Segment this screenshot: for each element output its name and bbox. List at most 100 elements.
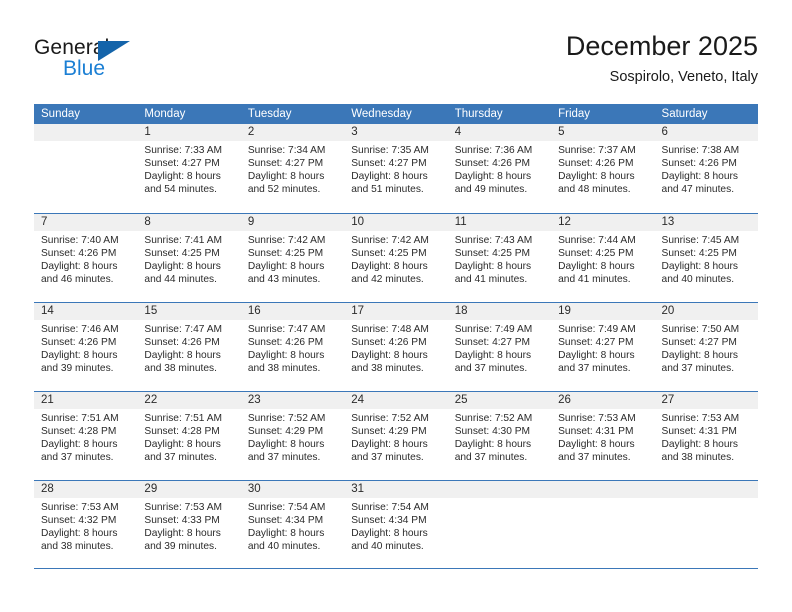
day-number: 18 xyxy=(447,303,552,320)
day-cell[interactable]: 3 Sunrise: 7:35 AM Sunset: 4:27 PM Daylight… xyxy=(344,124,448,213)
sunrise-text: Sunrise: 7:52 AM xyxy=(247,413,326,424)
day-cell[interactable]: 27 Sunrise: 7:53 AM Sunset: 4:31 PM Dayligh… xyxy=(654,392,758,480)
weekday-header-friday: Friday xyxy=(558,108,591,120)
day-cell[interactable]: 24 Sunrise: 7:52 AM Sunset: 4:29 PM Dayligh… xyxy=(344,392,448,480)
day-number: 20 xyxy=(654,303,758,320)
day-cell[interactable]: 5 Sunrise: 7:37 AM Sunset: 4:26 PM Daylight… xyxy=(551,124,655,213)
daylight-text-line1: Daylight: 8 hours xyxy=(558,350,635,362)
week-row: 7 Sunrise: 7:40 AM Sunset: 4:26 PM Daylight… xyxy=(34,213,758,302)
sunset-text: Sunset: 4:32 PM xyxy=(41,515,117,527)
daylight-text-line1: Daylight: 8 hours xyxy=(661,171,738,183)
day-number: 31 xyxy=(344,481,448,498)
day-cell[interactable]: 11 Sunrise: 7:43 AM Sunset: 4:25 PM Dayligh… xyxy=(447,214,552,302)
day-cell[interactable]: 14 Sunrise: 7:46 AM Sunset: 4:26 PM Dayligh… xyxy=(34,303,138,391)
day-number: 10 xyxy=(344,214,448,231)
day-cell[interactable]: 21 Sunrise: 7:51 AM Sunset: 4:28 PM Dayligh… xyxy=(34,392,138,480)
daylight-text-line1: Daylight: 8 hours xyxy=(41,261,118,273)
day-cell[interactable]: 26 Sunrise: 7:53 AM Sunset: 4:31 PM Dayligh… xyxy=(551,392,655,480)
day-cell[interactable]: 17 Sunrise: 7:48 AM Sunset: 4:26 PM Dayligh… xyxy=(344,303,448,391)
day-number: 27 xyxy=(654,392,758,409)
day-cell[interactable]: 19 Sunrise: 7:49 AM Sunset: 4:27 PM Dayligh… xyxy=(551,303,655,391)
day-number: 24 xyxy=(344,392,448,409)
daylight-text-line1: Daylight: 8 hours xyxy=(351,350,428,362)
day-cell[interactable]: 20 Sunrise: 7:50 AM Sunset: 4:27 PM Dayligh… xyxy=(654,303,758,391)
day-number: 29 xyxy=(137,481,241,498)
page-title: December 2025 xyxy=(565,31,758,61)
day-number xyxy=(34,124,138,141)
daylight-text-line2: and 43 minutes. xyxy=(247,274,321,286)
sunrise-text: Sunrise: 7:53 AM xyxy=(661,413,740,424)
sunset-text: Sunset: 4:34 PM xyxy=(351,515,427,527)
daylight-text-line2: and 41 minutes. xyxy=(454,274,528,286)
sunrise-text: Sunrise: 7:47 AM xyxy=(144,324,223,335)
day-number: 2 xyxy=(240,124,345,141)
daylight-text-line2: and 54 minutes. xyxy=(144,184,217,196)
sunset-text: Sunset: 4:26 PM xyxy=(247,337,324,349)
daylight-text-line1: Daylight: 8 hours xyxy=(144,261,221,273)
day-number: 11 xyxy=(447,214,552,231)
day-cell[interactable]: 22 Sunrise: 7:51 AM Sunset: 4:28 PM Dayligh… xyxy=(137,392,241,480)
daylight-text-line2: and 44 minutes. xyxy=(144,274,217,286)
sunset-text: Sunset: 4:26 PM xyxy=(41,248,117,260)
day-cell-empty xyxy=(654,481,758,568)
day-details: Sunrise: 7:37 AM Sunset: 4:26 PM Daylight:… xyxy=(551,141,654,196)
day-cell[interactable]: 29 Sunrise: 7:53 AM Sunset: 4:33 PM Dayligh… xyxy=(137,481,241,568)
daylight-text-line1: Daylight: 8 hours xyxy=(661,261,738,273)
day-details: Sunrise: 7:45 AM Sunset: 4:25 PM Daylight:… xyxy=(655,231,758,286)
day-details: Sunrise: 7:54 AM Sunset: 4:34 PM Daylight:… xyxy=(241,498,344,553)
sunset-text: Sunset: 4:26 PM xyxy=(661,158,737,170)
day-cell[interactable]: 1 Sunrise: 7:33 AM Sunset: 4:27 PM Daylight… xyxy=(137,124,241,213)
sunset-text: Sunset: 4:27 PM xyxy=(454,337,531,349)
day-cell[interactable]: 23 Sunrise: 7:52 AM Sunset: 4:29 PM Dayligh… xyxy=(240,392,345,480)
day-cell[interactable]: 16 Sunrise: 7:47 AM Sunset: 4:26 PM Dayligh… xyxy=(240,303,345,391)
day-cell[interactable]: 10 Sunrise: 7:42 AM Sunset: 4:25 PM Dayligh… xyxy=(344,214,448,302)
sunrise-text: Sunrise: 7:52 AM xyxy=(454,413,533,424)
daylight-text-line1: Daylight: 8 hours xyxy=(41,528,118,540)
day-cell[interactable]: 7 Sunrise: 7:40 AM Sunset: 4:26 PM Daylight… xyxy=(34,214,138,302)
day-number: 21 xyxy=(34,392,138,409)
daylight-text-line1: Daylight: 8 hours xyxy=(454,261,532,273)
day-details: Sunrise: 7:53 AM Sunset: 4:32 PM Daylight:… xyxy=(34,498,137,553)
day-cell[interactable]: 2 Sunrise: 7:34 AM Sunset: 4:27 PM Daylight… xyxy=(240,124,345,213)
day-cell[interactable]: 6 Sunrise: 7:38 AM Sunset: 4:26 PM Daylight… xyxy=(654,124,758,213)
day-details: Sunrise: 7:49 AM Sunset: 4:27 PM Daylight:… xyxy=(448,320,551,375)
daylight-text-line1: Daylight: 8 hours xyxy=(247,528,325,540)
page-header: General Blue December 2025 Sospirolo, Ve… xyxy=(34,30,758,98)
day-cell[interactable]: 28 Sunrise: 7:53 AM Sunset: 4:32 PM Dayligh… xyxy=(34,481,138,568)
day-details: Sunrise: 7:53 AM Sunset: 4:33 PM Daylight:… xyxy=(137,498,240,553)
sunset-text: Sunset: 4:28 PM xyxy=(144,426,220,438)
sunset-text: Sunset: 4:29 PM xyxy=(351,426,427,438)
day-number: 6 xyxy=(654,124,758,141)
day-number xyxy=(654,481,758,498)
page-subtitle: Sospirolo, Veneto, Italy xyxy=(609,69,758,85)
day-cell[interactable]: 31 Sunrise: 7:54 AM Sunset: 4:34 PM Dayligh… xyxy=(344,481,448,568)
day-cell[interactable]: 12 Sunrise: 7:44 AM Sunset: 4:25 PM Dayligh… xyxy=(551,214,655,302)
day-number: 4 xyxy=(447,124,552,141)
day-number xyxy=(447,481,552,498)
day-cell[interactable]: 8 Sunrise: 7:41 AM Sunset: 4:25 PM Daylight… xyxy=(137,214,241,302)
daylight-text-line2: and 38 minutes. xyxy=(351,363,424,375)
sunrise-text: Sunrise: 7:50 AM xyxy=(661,324,740,335)
day-number: 22 xyxy=(137,392,241,409)
day-cell[interactable]: 15 Sunrise: 7:47 AM Sunset: 4:26 PM Dayligh… xyxy=(137,303,241,391)
daylight-text-line1: Daylight: 8 hours xyxy=(558,171,635,183)
day-number: 30 xyxy=(240,481,345,498)
sunrise-text: Sunrise: 7:37 AM xyxy=(558,145,636,156)
general-blue-logo[interactable]: General Blue xyxy=(34,36,234,92)
day-number: 16 xyxy=(240,303,345,320)
sunrise-text: Sunrise: 7:47 AM xyxy=(247,324,326,335)
day-details: Sunrise: 7:43 AM Sunset: 4:25 PM Daylight:… xyxy=(448,231,551,286)
day-cell[interactable]: 30 Sunrise: 7:54 AM Sunset: 4:34 PM Dayligh… xyxy=(240,481,345,568)
sunset-text: Sunset: 4:26 PM xyxy=(558,158,634,170)
day-cell[interactable]: 25 Sunrise: 7:52 AM Sunset: 4:30 PM Dayligh… xyxy=(447,392,552,480)
sunset-text: Sunset: 4:25 PM xyxy=(144,248,220,260)
day-cell[interactable]: 13 Sunrise: 7:45 AM Sunset: 4:25 PM Dayligh… xyxy=(654,214,758,302)
daylight-text-line2: and 40 minutes. xyxy=(661,274,735,286)
day-cell[interactable]: 18 Sunrise: 7:49 AM Sunset: 4:27 PM Dayligh… xyxy=(447,303,552,391)
sunrise-text: Sunrise: 7:51 AM xyxy=(144,413,223,424)
day-cell[interactable]: 4 Sunrise: 7:36 AM Sunset: 4:26 PM Daylight… xyxy=(447,124,552,213)
day-number xyxy=(551,481,655,498)
daylight-text-line2: and 38 minutes. xyxy=(41,541,114,553)
daylight-text-line1: Daylight: 8 hours xyxy=(144,439,221,451)
day-cell[interactable]: 9 Sunrise: 7:42 AM Sunset: 4:25 PM Daylight… xyxy=(240,214,345,302)
